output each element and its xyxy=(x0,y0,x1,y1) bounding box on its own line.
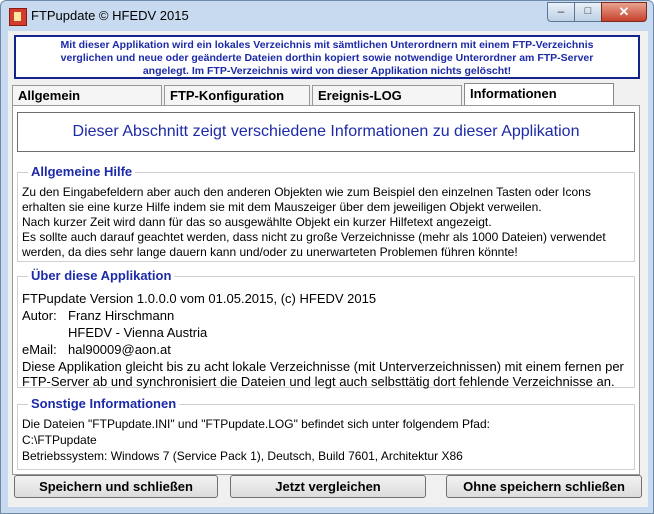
about-desc-1: Diese Applikation gleicht bis zu acht lo… xyxy=(22,359,624,374)
author-name: Franz Hirschmann xyxy=(68,308,175,323)
about-desc-2: FTP-Server ab und synchronisiert die Dat… xyxy=(22,374,615,389)
app-window: FTPupdate © HFEDV 2015 – □ ✕ Mit dieser … xyxy=(0,0,654,514)
title-bar[interactable]: FTPupdate © HFEDV 2015 – □ ✕ xyxy=(1,1,653,31)
close-button[interactable]: ✕ xyxy=(601,2,647,22)
os-info: Betriebssystem: Windows 7 (Service Pack … xyxy=(22,449,463,463)
tab-ereignis-log[interactable]: Ereignis-LOG xyxy=(312,85,462,105)
minimize-button[interactable]: – xyxy=(547,2,575,22)
close-nosave-button[interactable]: Ohne speichern schließen xyxy=(446,475,642,498)
about-version: FTPupdate Version 1.0.0.0 vom 01.05.2015… xyxy=(22,291,377,306)
app-icon[interactable] xyxy=(9,8,27,26)
banner-line-3: angelegt. Im FTP-Verzeichnis wird von di… xyxy=(142,65,512,77)
other-group-title: Sonstige Informationen xyxy=(28,396,180,411)
author-label: Autor: xyxy=(22,308,57,323)
banner-line-2: verglichen und neue oder geänderte Datei… xyxy=(60,52,594,64)
help-line-3: Nach kurzer Zeit wird dann für das so au… xyxy=(22,215,492,229)
headline-box: Dieser Abschnitt zeigt verschiedene Info… xyxy=(17,112,635,152)
tab-informationen[interactable]: Informationen xyxy=(464,83,614,105)
banner-line-1: Mit dieser Applikation wird ein lokales … xyxy=(60,39,594,51)
maximize-button[interactable]: □ xyxy=(574,2,602,22)
config-path: C:\FTPupdate xyxy=(22,433,97,447)
other-line-1: Die Dateien "FTPupdate.INI" und "FTPupda… xyxy=(22,417,490,431)
client-area: Mit dieser Applikation wird ein lokales … xyxy=(8,31,648,507)
author-org: HFEDV - Vienna Austria xyxy=(68,325,208,340)
help-group: Allgemeine Hilfe Zu den Eingabefeldern a… xyxy=(17,164,635,262)
help-line-4: Es sollte auch darauf geachtet werden, d… xyxy=(22,230,606,244)
informationen-panel: Dieser Abschnitt zeigt verschiedene Info… xyxy=(12,105,640,475)
tab-allgemein[interactable]: Allgemein xyxy=(12,85,162,105)
email-label: eMail: xyxy=(22,342,57,357)
info-banner: Mit dieser Applikation wird ein lokales … xyxy=(14,35,640,79)
tab-bar: Allgemein FTP-Konfiguration Ereignis-LOG… xyxy=(12,83,640,105)
about-group: Über diese Applikation FTPupdate Version… xyxy=(17,268,635,389)
help-line-1: Zu den Eingabefeldern aber auch den ande… xyxy=(22,185,591,199)
save-close-button[interactable]: Speichern und schließen xyxy=(14,475,218,498)
section-headline: Dieser Abschnitt zeigt verschiedene Info… xyxy=(72,123,580,140)
window-title: FTPupdate © HFEDV 2015 xyxy=(31,8,189,23)
compare-button[interactable]: Jetzt vergleichen xyxy=(230,475,426,498)
help-group-title: Allgemeine Hilfe xyxy=(28,164,136,179)
help-line-5: werden, da dies sehr lange dauern kann u… xyxy=(22,245,518,259)
tab-ftp-konfiguration[interactable]: FTP-Konfiguration xyxy=(164,85,310,105)
email-link[interactable]: hal90009@aon.at xyxy=(68,342,171,357)
help-line-2: erhalten sie eine kurze Hilfe indem sie … xyxy=(22,200,542,214)
other-group: Sonstige Informationen Die Dateien "FTPu… xyxy=(17,396,635,470)
about-group-title: Über diese Applikation xyxy=(28,268,175,283)
